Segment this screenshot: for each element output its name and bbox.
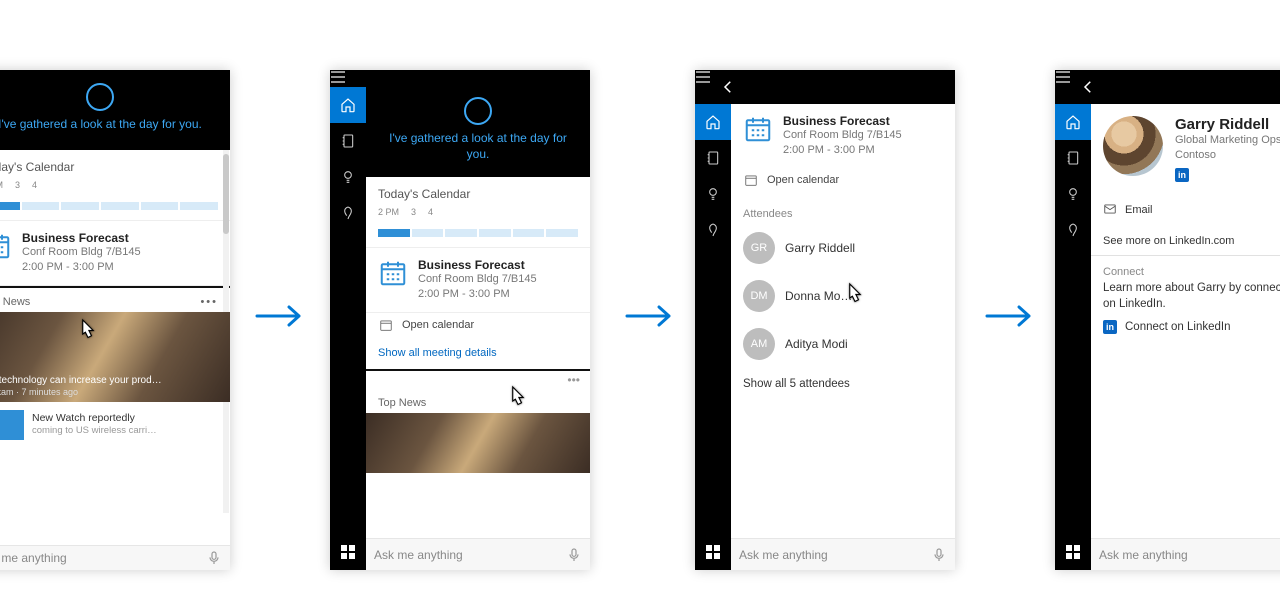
meeting-header: Business Forecast Conf Room Bldg 7/B145 … [731, 104, 955, 168]
todays-calendar-card[interactable]: Today's Calendar 2 PM 3 4 [0, 150, 230, 221]
linkedin-badge-icon: in [1103, 320, 1117, 334]
attendee-row[interactable]: GR Garry Riddell [731, 224, 955, 272]
attendees-label: Attendees [731, 198, 955, 224]
profile-name: Garry Riddell [1175, 116, 1280, 133]
nav-notebook[interactable] [695, 140, 731, 176]
nav-insights[interactable] [330, 159, 366, 195]
meeting-card[interactable]: Business Forecast Conf Room Bldg 7/B145 … [0, 221, 230, 286]
meeting-location: Conf Room Bldg 7/B145 [22, 245, 141, 260]
hamburger-icon[interactable] [695, 70, 711, 104]
more-icon[interactable]: ••• [366, 371, 590, 389]
microphone-icon[interactable] [566, 547, 582, 563]
news-second-sub: coming to US wireless carri… [32, 425, 157, 437]
news-headline: How technology can increase your prod… [0, 375, 224, 387]
calendar-icon [0, 231, 12, 261]
nav-rail [1055, 104, 1091, 570]
profile-header: Garry Riddell Global Marketing Ops | Con… [1091, 104, 1280, 194]
nav-home[interactable] [1055, 104, 1091, 140]
nav-rail [330, 87, 366, 570]
calendar-open-icon [743, 172, 759, 188]
show-all-attendees-link[interactable]: Show all 5 attendees [731, 368, 955, 400]
hamburger-icon[interactable] [1055, 70, 1071, 104]
cortana-header: I've gathered a look at the day for you. [0, 70, 230, 150]
cortana-ring-icon [464, 97, 492, 125]
calendar-open-icon [378, 317, 394, 333]
connect-text: Learn more about Garry by connecting on … [1091, 280, 1280, 318]
ask-bar[interactable]: Ask me anything [366, 538, 590, 570]
attendee-row[interactable]: DM Donna Mo… [731, 272, 955, 320]
connect-on-linkedin-link[interactable]: in Connect on LinkedIn [1091, 318, 1280, 346]
news-section-label: Top News [0, 296, 30, 308]
calendar-icon [378, 258, 408, 288]
profile-company: Contoso [1175, 148, 1280, 163]
panel-profile: Garry Riddell Global Marketing Ops | Con… [1055, 70, 1280, 570]
news-second-title: New Watch reportedly [32, 412, 157, 425]
nav-insights[interactable] [695, 176, 731, 212]
nav-cortana[interactable] [330, 195, 366, 231]
show-all-meeting-details-link[interactable]: Show all meeting details [366, 343, 590, 369]
avatar: GR [743, 232, 775, 264]
news-thumb [0, 410, 24, 440]
flow-arrow-2 [625, 300, 681, 332]
nav-home[interactable] [330, 87, 366, 123]
microphone-icon[interactable] [206, 550, 222, 566]
back-button[interactable] [1071, 70, 1280, 104]
meeting-card[interactable]: Business Forecast Conf Room Bldg 7/B145 … [366, 248, 590, 313]
news-hero[interactable]: How technology can increase your prod… F… [0, 312, 230, 402]
open-calendar-link[interactable]: Open calendar [366, 313, 590, 343]
panel-home-expanded: I've gathered a look at the day for you.… [330, 70, 590, 570]
microphone-icon[interactable] [931, 547, 947, 563]
nav-home[interactable] [695, 104, 731, 140]
attendee-row[interactable]: AM Aditya Modi [731, 320, 955, 368]
start-button[interactable] [1055, 534, 1091, 570]
start-button[interactable] [330, 534, 366, 570]
news-hero[interactable] [366, 413, 590, 473]
avatar: DM [743, 280, 775, 312]
panel-home: I've gathered a look at the day for you.… [0, 70, 230, 570]
email-link[interactable]: Email [1091, 194, 1280, 227]
ask-bar[interactable]: Ask me anything [1091, 538, 1280, 570]
cortana-ring-icon [86, 83, 114, 111]
calendar-icon [743, 114, 773, 144]
calendar-timeline [0, 192, 218, 210]
nav-notebook[interactable] [330, 123, 366, 159]
nav-notebook[interactable] [1055, 140, 1091, 176]
flow-arrow-3 [985, 300, 1041, 332]
meeting-time: 2:00 PM - 3:00 PM [22, 260, 141, 275]
todays-calendar-title: Today's Calendar [0, 160, 218, 174]
ask-bar[interactable]: Ask me anything [731, 538, 955, 570]
cortana-greeting: I've gathered a look at the day for you. [0, 117, 202, 133]
avatar [1103, 116, 1163, 176]
more-icon[interactable]: ••• [200, 296, 218, 308]
email-icon [1103, 202, 1117, 219]
flow-arrow-1 [255, 300, 311, 332]
profile-title: Global Marketing Ops | [1175, 133, 1280, 148]
hamburger-icon[interactable] [330, 70, 346, 87]
cortana-header: I've gathered a look at the day for you. [366, 87, 590, 177]
start-button[interactable] [695, 534, 731, 570]
nav-cortana[interactable] [695, 212, 731, 248]
panel-attendees: Business Forecast Conf Room Bldg 7/B145 … [695, 70, 955, 570]
ask-bar[interactable]: Ask me anything [0, 545, 230, 570]
open-calendar-link[interactable]: Open calendar [731, 168, 955, 198]
news-row[interactable]: New Watch reportedly coming to US wirele… [0, 402, 230, 448]
back-button[interactable] [711, 70, 955, 104]
nav-insights[interactable] [1055, 176, 1091, 212]
meeting-title: Business Forecast [22, 231, 141, 245]
nav-cortana[interactable] [1055, 212, 1091, 248]
nav-rail [695, 104, 731, 570]
ask-placeholder: Ask me anything [0, 551, 67, 565]
connect-label: Connect [1091, 256, 1280, 280]
todays-calendar-card[interactable]: Today's Calendar 2 PM 3 4 [366, 177, 590, 248]
see-more-linkedin-link[interactable]: See more on LinkedIn.com [1091, 227, 1280, 255]
linkedin-badge-icon: in [1175, 168, 1189, 182]
avatar: AM [743, 328, 775, 360]
